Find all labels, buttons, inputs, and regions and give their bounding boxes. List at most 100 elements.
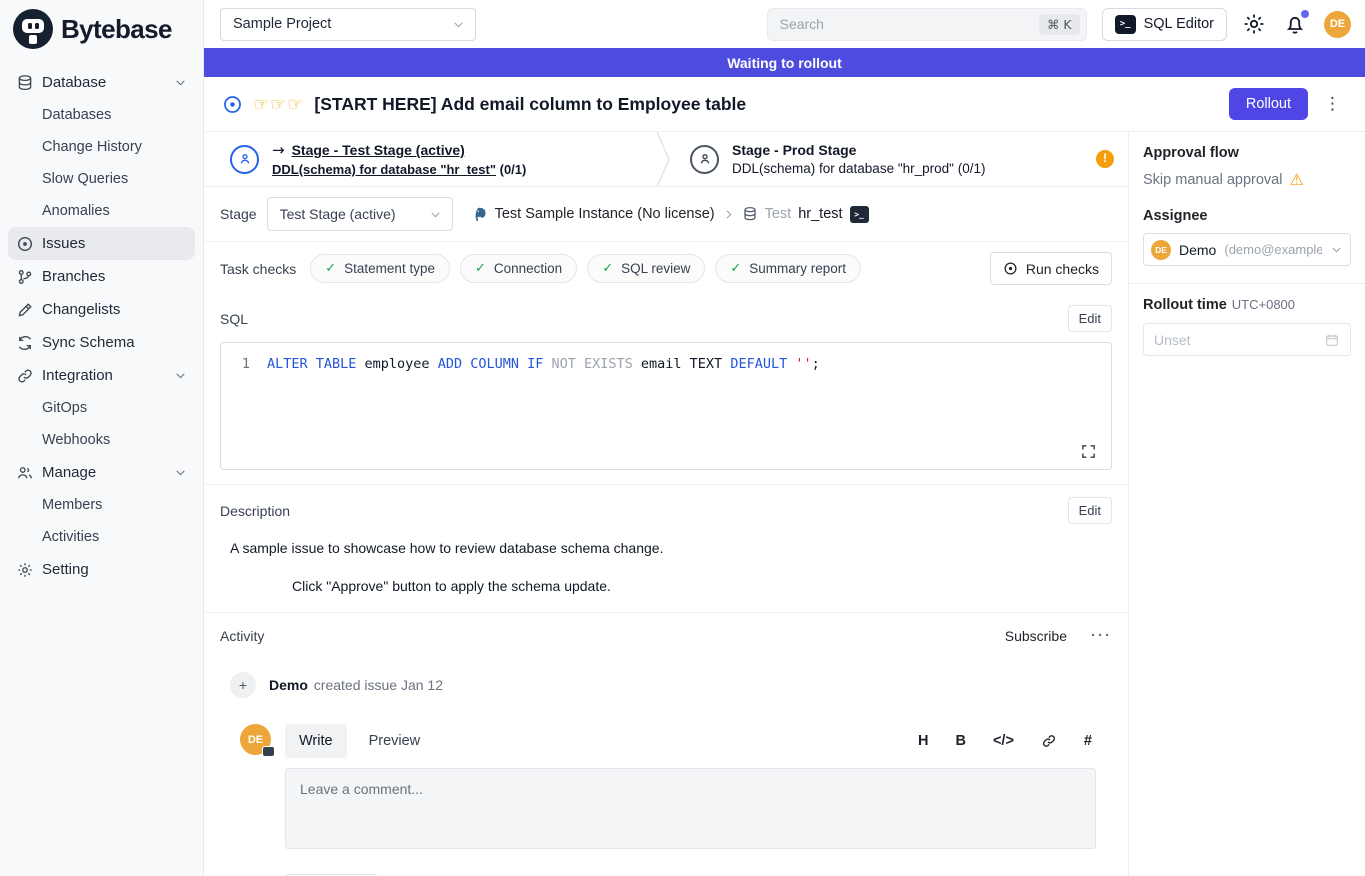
comment-input[interactable] [285, 768, 1096, 849]
composer-tabs: Write Preview H B </> # [285, 724, 1096, 758]
expand-editor-icon[interactable] [1080, 442, 1098, 460]
rollout-button[interactable]: Rollout [1229, 88, 1308, 120]
stage-name: Stage - Test Stage (active) [292, 142, 465, 158]
sidebar-item-integration[interactable]: Integration [8, 359, 195, 392]
rollout-time-label: Rollout time [1143, 297, 1227, 313]
sidebar-item-label: Slow Queries [42, 171, 128, 187]
people-icon [16, 464, 34, 482]
issue-sidebar: Approval flow Skip manual approval ⚠ Ass… [1128, 132, 1365, 876]
sidebar-item-webhooks[interactable]: Webhooks [8, 424, 195, 456]
chevron-down-icon [1330, 243, 1343, 256]
sidebar-item-label: Anomalies [42, 203, 110, 219]
sidebar-item-databases[interactable]: Databases [8, 99, 195, 131]
sidebar-item-label: GitOps [42, 400, 87, 416]
more-actions-kebab-icon[interactable]: ⋮ [1318, 94, 1347, 114]
composer-avatar: DE [240, 724, 271, 755]
rollout-time-input[interactable]: Unset [1143, 323, 1351, 356]
stage-label: Stage [220, 206, 257, 222]
sidebar-item-label: Setting [42, 561, 89, 578]
task-check-label: Connection [494, 261, 562, 276]
sidebar-item-slow-queries[interactable]: Slow Queries [8, 163, 195, 195]
sidebar-item-label: Database [42, 74, 106, 91]
sidebar-item-manage[interactable]: Manage [8, 456, 195, 489]
brand-name: Bytebase [61, 14, 172, 45]
instance-name[interactable]: Test Sample Instance (No license) [495, 206, 715, 222]
check-icon: ✓ [325, 261, 336, 276]
run-checks-button[interactable]: Run checks [990, 252, 1112, 285]
database-icon [16, 74, 34, 92]
sidebar-nav: Database DatabasesChange History Slow Quer… [0, 58, 203, 586]
warning-triangle-icon: ⚠ [1289, 170, 1303, 189]
task-check-connection[interactable]: ✓Connection [460, 254, 577, 283]
bold-icon[interactable]: B [955, 733, 965, 749]
calendar-icon [1324, 332, 1340, 348]
task-check-sql-review[interactable]: ✓SQL review [587, 254, 705, 283]
sidebar-item-issues[interactable]: Issues [8, 227, 195, 260]
tab-preview[interactable]: Preview [355, 724, 435, 758]
run-checks-icon [1003, 261, 1018, 276]
database-name[interactable]: hr_test [798, 206, 842, 222]
sidebar-item-change-history[interactable]: Change History [8, 131, 195, 163]
activity-menu-icon[interactable]: ··· [1091, 627, 1112, 644]
sidebar-item-label: Webhooks [42, 432, 110, 448]
stage-select-value: Test Stage (active) [280, 206, 396, 222]
comment-composer: DE Write Preview HB</># Comment [220, 698, 1112, 876]
link-icon[interactable] [1041, 733, 1057, 749]
assignee-label: Assignee [1143, 208, 1351, 224]
stage-separator [656, 132, 670, 186]
sidebar-item-changelists[interactable]: Changelists [8, 293, 195, 326]
stage-card-prod[interactable]: Stage - Prod Stage DDL(schema) for datab… [670, 132, 1128, 186]
tab-write[interactable]: Write [285, 724, 347, 758]
hash-icon[interactable]: # [1084, 733, 1092, 749]
sql-token [543, 356, 551, 372]
sidebar-item-branches[interactable]: Branches [8, 260, 195, 293]
sidebar-item-setting[interactable]: Setting [8, 553, 195, 586]
description-edit-button[interactable]: Edit [1068, 497, 1112, 524]
link-icon [16, 367, 34, 385]
assignee-select[interactable]: DE Demo (demo@example [1143, 233, 1351, 266]
activity-author[interactable]: Demo [269, 677, 308, 693]
task-check-summary-report[interactable]: ✓Summary report [715, 254, 861, 283]
heading-icon[interactable]: H [918, 733, 928, 749]
sql-token: NOT EXISTS [552, 356, 633, 372]
project-select[interactable]: Sample Project [220, 8, 476, 41]
postgres-icon [471, 206, 488, 223]
format-toolbar: H B </> # [918, 733, 1096, 749]
panel-divider [1129, 283, 1365, 284]
check-icon: ✓ [602, 261, 613, 276]
user-avatar[interactable]: DE [1324, 11, 1351, 38]
chevron-down-icon [174, 369, 187, 382]
task-checks-row: Task checks ✓Statement type✓Connection✓S… [204, 242, 1128, 297]
sql-edit-button[interactable]: Edit [1068, 305, 1112, 332]
database-breadcrumb: Test Sample Instance (No license) Test h… [471, 206, 869, 223]
description-section: Description Edit A sample issue to showc… [204, 485, 1128, 613]
chevron-down-icon [429, 208, 442, 221]
sidebar-item-gitops[interactable]: GitOps [8, 392, 195, 424]
sidebar-item-anomalies[interactable]: Anomalies [8, 195, 195, 227]
sidebar-item-label: Sync Schema [42, 334, 135, 351]
task-check-statement-type[interactable]: ✓Statement type [310, 254, 450, 283]
stage-name: Stage - Prod Stage [732, 142, 856, 158]
sidebar-item-activities[interactable]: Activities [8, 521, 195, 553]
search-placeholder: Search [780, 16, 1039, 32]
open-sql-editor-icon[interactable]: >_ [850, 206, 869, 223]
brand-logo[interactable]: Bytebase [0, 0, 203, 58]
stage-card-test[interactable]: →Stage - Test Stage (active) DDL(schema)… [204, 132, 656, 186]
sql-token: ADD COLUMN IF [438, 356, 544, 372]
sidebar-item-members[interactable]: Members [8, 489, 195, 521]
settings-gear-icon[interactable] [1242, 11, 1268, 37]
sql-editor[interactable]: 1 ALTER TABLE employee ADD COLUMN IF NOT… [220, 342, 1112, 470]
sidebar-item-sync-schema[interactable]: Sync Schema [8, 326, 195, 359]
search-input[interactable]: Search ⌘ K [767, 8, 1087, 41]
code-icon[interactable]: </> [993, 733, 1014, 749]
assignee-name: Demo [1179, 242, 1216, 258]
rollout-time-value: Unset [1154, 332, 1191, 348]
sidebar-item-database[interactable]: Database [8, 66, 195, 99]
issue-header: ☞☞☞ [START HERE] Add email column to Emp… [204, 77, 1365, 132]
sql-editor-button[interactable]: >_ SQL Editor [1102, 8, 1227, 41]
issue-title: [START HERE] Add email column to Employe… [314, 94, 746, 115]
line-number: 1 [221, 354, 267, 374]
stage-select[interactable]: Test Stage (active) [267, 197, 453, 231]
notifications-bell-icon[interactable] [1283, 11, 1309, 37]
subscribe-button[interactable]: Subscribe [1005, 628, 1067, 644]
